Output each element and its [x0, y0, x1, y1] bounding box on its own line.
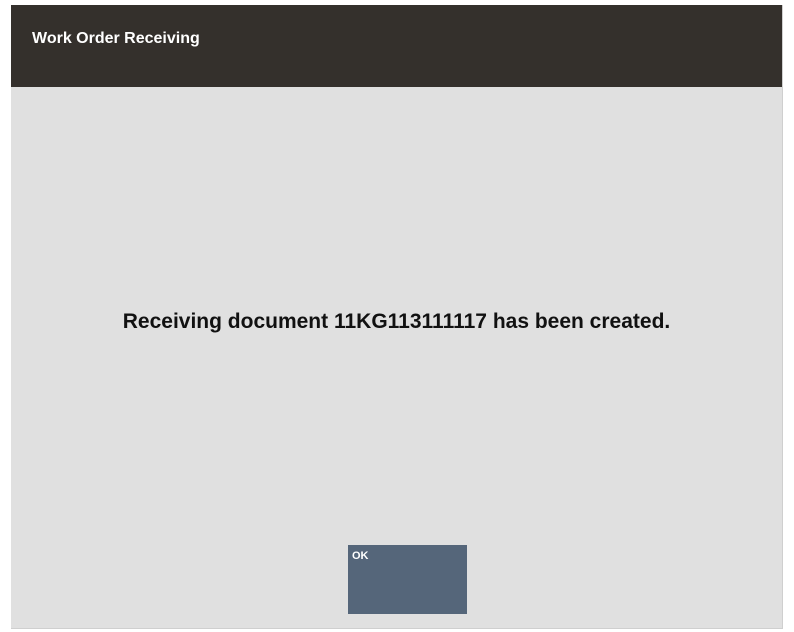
title-bar: Work Order Receiving: [11, 5, 782, 87]
confirmation-message: Receiving document 11KG113111117 has bee…: [122, 310, 671, 333]
window-title: Work Order Receiving: [32, 30, 200, 47]
ok-button[interactable]: OK: [348, 545, 467, 614]
app-window: Work Order Receiving Receiving document …: [11, 5, 783, 629]
ok-button-label: OK: [352, 550, 369, 562]
